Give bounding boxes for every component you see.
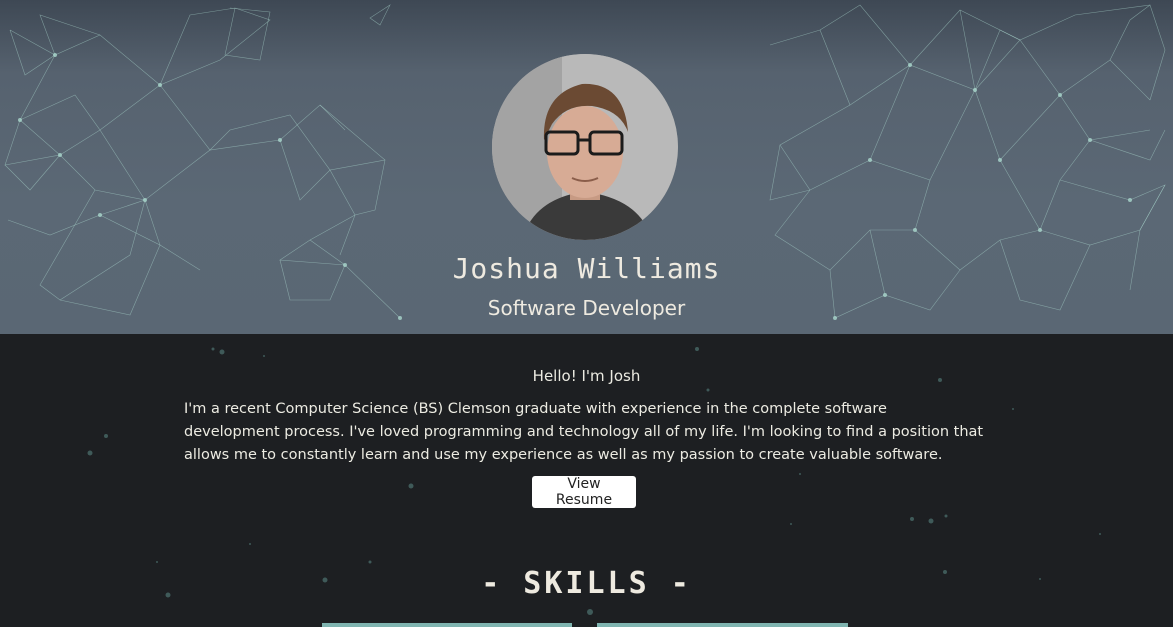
profile-photo xyxy=(492,54,678,240)
skill-card xyxy=(322,623,572,627)
profile-name: Joshua Williams xyxy=(452,252,721,285)
greeting-text: Hello! I'm Josh xyxy=(532,367,641,385)
person-portrait-icon xyxy=(492,54,678,240)
profile-role: Software Developer xyxy=(487,296,686,320)
view-resume-button[interactable]: View Resume xyxy=(532,476,636,508)
skills-heading: - SKILLS - xyxy=(481,566,692,601)
bio-paragraph: I'm a recent Computer Science (BS) Clems… xyxy=(184,401,984,463)
hero-banner: Joshua Williams Software Developer xyxy=(0,0,1173,334)
skill-card xyxy=(597,623,848,627)
